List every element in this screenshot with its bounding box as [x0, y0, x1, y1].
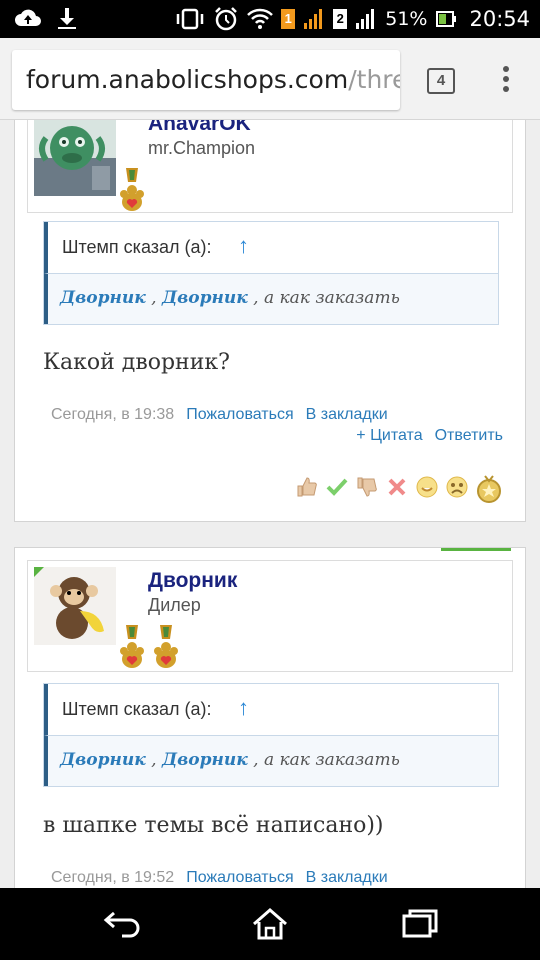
tab-switcher-button[interactable]: 4 [427, 68, 455, 94]
signal-icon-sim1 [304, 9, 323, 29]
quote-author: Штемп сказал (а): [62, 699, 212, 719]
alarm-icon [215, 7, 238, 31]
thumbs-up-icon[interactable] [295, 475, 319, 499]
cloud-upload-icon [15, 9, 41, 26]
bookmark-link[interactable]: В закладки [306, 869, 388, 886]
user-title: Дилер [148, 595, 201, 615]
battery-icon [436, 11, 457, 27]
sad-icon[interactable] [445, 475, 469, 499]
quote-text: Дворник , Дворник , а как заказать [60, 288, 400, 308]
teddy-medal-icon [118, 168, 146, 214]
quote-separator: , [145, 288, 162, 308]
medal-icon[interactable] [475, 475, 501, 503]
url-path: /thre [348, 65, 400, 94]
forum-post: AnavarOK mr.Champion Штемп сказал (а): ↑… [14, 120, 526, 522]
quote-text: Дворник , Дворник , а как заказать [60, 750, 400, 770]
recent-apps-icon[interactable] [398, 906, 442, 942]
user-title: mr.Champion [148, 138, 256, 158]
reply-button[interactable]: Ответить [435, 427, 503, 444]
overflow-menu-icon[interactable] [500, 66, 512, 96]
username[interactable]: AnavarOK [148, 120, 251, 136]
report-link[interactable]: Пожаловаться [186, 869, 293, 886]
online-indicator [441, 548, 511, 551]
avatar[interactable] [34, 120, 116, 196]
back-icon[interactable] [98, 906, 142, 942]
mention-link[interactable]: Дворник [162, 750, 248, 770]
battery-percent: 51% [385, 8, 428, 30]
quote-separator: , [145, 750, 162, 770]
teddy-medal-icon [118, 625, 146, 671]
user-info: Дворник Дилер [27, 560, 513, 672]
post-meta: Сегодня, в 19:38 Пожаловаться В закладки [51, 406, 388, 424]
forum-post: Дворник Дилер Штемп сказал (а): ↑ Дворни… [14, 547, 526, 888]
report-link[interactable]: Пожаловаться [186, 406, 293, 423]
quote-block: Штемп сказал (а): ↑ Дворник , Дворник , … [43, 683, 499, 787]
user-info: AnavarOK mr.Champion [27, 120, 513, 213]
quote-button[interactable]: + Цитата [356, 427, 422, 444]
clock: 20:54 [469, 7, 530, 31]
mention-link[interactable]: Дворник [60, 288, 146, 308]
status-bar: 1 2 51% 20:54 [0, 0, 540, 38]
check-icon[interactable] [325, 475, 349, 499]
cross-icon[interactable] [385, 475, 409, 499]
system-nav-bar [0, 888, 540, 960]
post-message: в шапке темы всё написано)) [43, 813, 384, 838]
sim2-badge: 2 [333, 9, 348, 29]
url-text: forum.anabolicshops.com/thre [26, 65, 400, 94]
url-host: forum.anabolicshops.com [26, 65, 349, 94]
forum-page: AnavarOK mr.Champion Штемп сказал (а): ↑… [0, 120, 540, 888]
quote-rest: , а как заказать [247, 288, 400, 308]
home-icon[interactable] [248, 906, 292, 942]
bookmark-link[interactable]: В закладки [306, 406, 388, 423]
quote-author: Штемп сказал (а): [62, 237, 212, 257]
username[interactable]: Дворник [148, 569, 237, 593]
wifi-icon [247, 8, 274, 29]
browser-toolbar: forum.anabolicshops.com/thre 4 [0, 38, 540, 120]
post-message: Какой дворник? [43, 350, 230, 375]
mention-link[interactable]: Дворник [162, 288, 248, 308]
post-date: Сегодня, в 19:52 [51, 869, 175, 886]
quote-jump-arrow-icon[interactable]: ↑ [238, 233, 249, 259]
post-date: Сегодня, в 19:38 [51, 406, 175, 423]
quote-jump-arrow-icon[interactable]: ↑ [238, 695, 249, 721]
teddy-medal-icon [152, 625, 180, 671]
quote-rest: , а как заказать [247, 750, 400, 770]
reactions-bar [295, 475, 501, 503]
thumbs-down-icon[interactable] [355, 475, 379, 499]
mention-link[interactable]: Дворник [60, 750, 146, 770]
download-icon [58, 8, 76, 29]
post-actions: + Цитата Ответить [344, 427, 503, 445]
post-meta: Сегодня, в 19:52 Пожаловаться В закладки [51, 869, 388, 887]
avatar[interactable] [34, 567, 116, 645]
vibrate-icon [176, 8, 204, 30]
sim1-badge: 1 [281, 9, 296, 29]
url-bar[interactable]: forum.anabolicshops.com/thre [12, 50, 400, 110]
quote-block: Штемп сказал (а): ↑ Дворник , Дворник , … [43, 221, 499, 325]
smile-icon[interactable] [415, 475, 439, 499]
signal-icon-sim2 [356, 9, 375, 29]
